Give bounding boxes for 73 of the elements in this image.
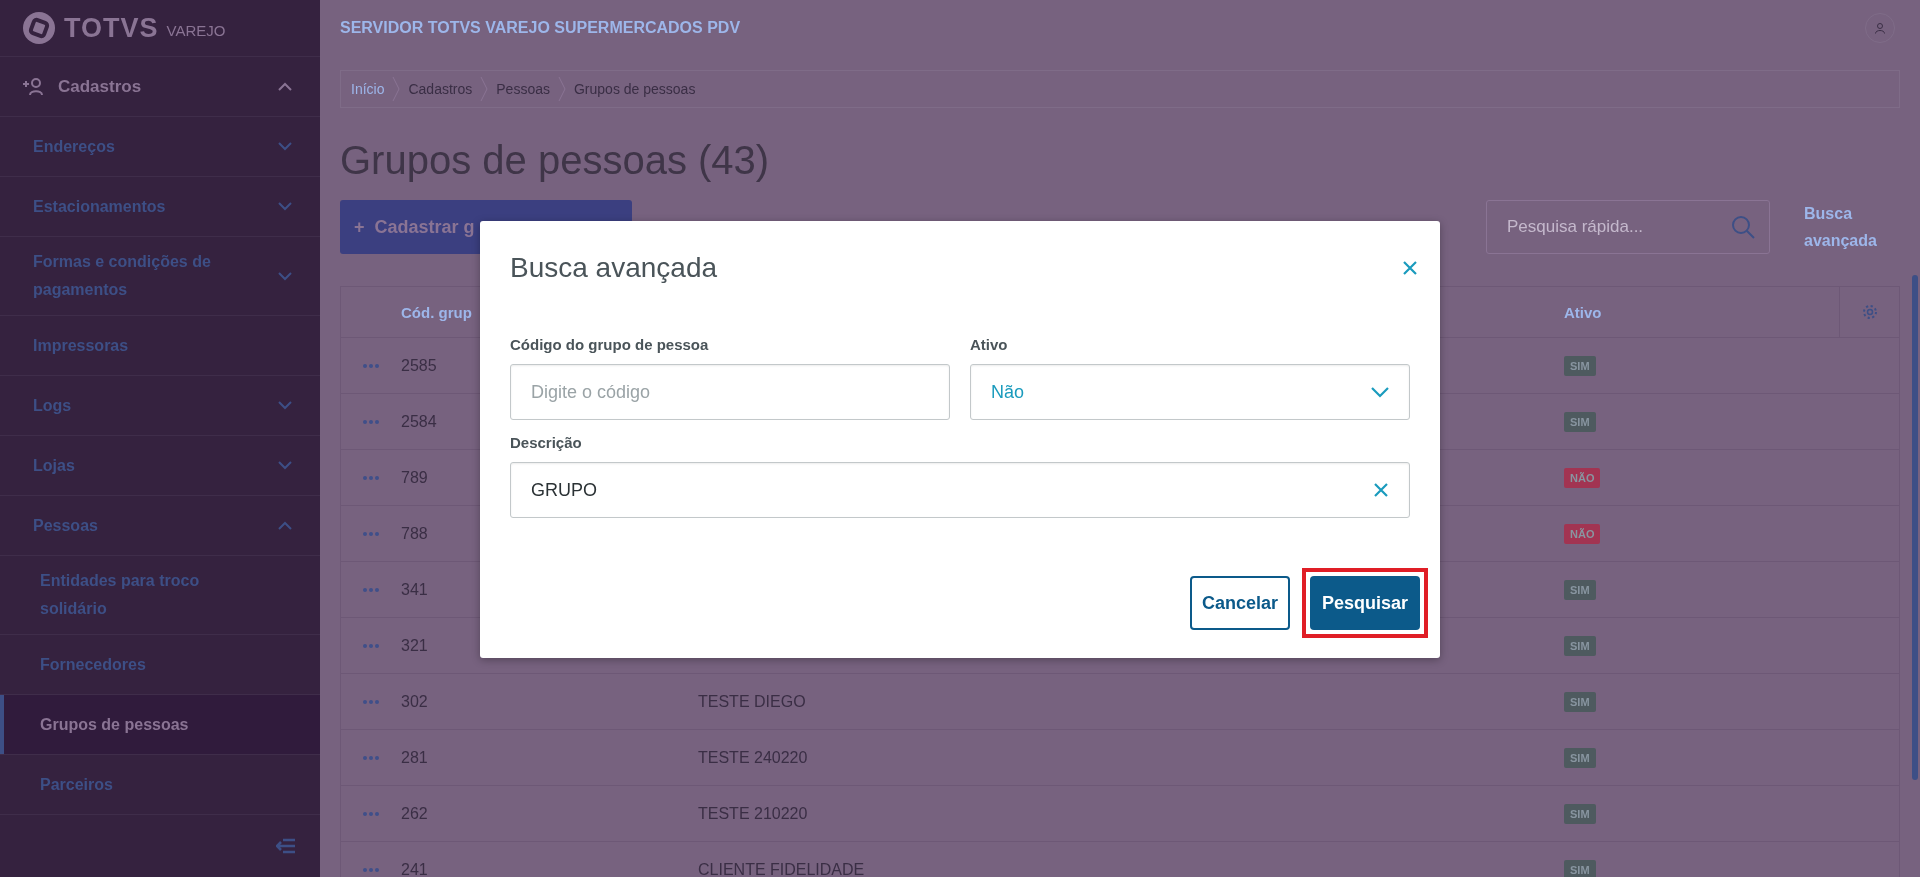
more-actions-icon[interactable] — [362, 698, 380, 705]
column-header[interactable]: Ativo — [1564, 303, 1602, 321]
more-actions-icon[interactable] — [362, 530, 380, 537]
user-icon — [1874, 22, 1886, 34]
more-actions-icon[interactable] — [362, 474, 380, 481]
field-label: Descrição — [510, 433, 583, 453]
breadcrumb-link[interactable]: Início — [351, 81, 385, 97]
search-field[interactable]: Pesquisa rápida... — [1486, 200, 1770, 254]
field-label: Ativo — [970, 335, 1009, 355]
table-cell: TESTE 240220 — [698, 748, 808, 767]
status-badge: SIM — [1564, 411, 1596, 432]
more-actions-icon[interactable] — [362, 810, 380, 817]
more-actions-icon[interactable] — [362, 642, 380, 649]
select-field[interactable]: Não — [970, 364, 1410, 420]
status-badge: SIM — [1564, 803, 1596, 824]
table-cell: 302 — [401, 692, 428, 711]
table-cell: 321 — [401, 636, 428, 655]
logo-icon — [22, 11, 56, 45]
clear-icon[interactable] — [1373, 482, 1389, 498]
search-icon — [1731, 215, 1755, 239]
status-badge: NÃO — [1564, 467, 1601, 488]
status-badge: SIM — [1564, 691, 1596, 712]
breadcrumb-item: Grupos de pessoas — [574, 81, 696, 97]
table-cell: 789 — [401, 468, 428, 487]
sidebar-item[interactable]: Grupos de pessoas — [0, 695, 320, 755]
chevron-down-icon — [278, 142, 292, 151]
settings-icon[interactable] — [1862, 304, 1878, 320]
table-cell: 241 — [401, 860, 428, 877]
more-actions-icon[interactable] — [362, 586, 380, 593]
table-cell: 2585 — [401, 356, 437, 375]
search-button[interactable]: Pesquisar — [1310, 576, 1420, 630]
input-field[interactable]: Digite o código — [510, 364, 950, 420]
table-cell: 788 — [401, 524, 428, 543]
more-actions-icon[interactable] — [362, 866, 380, 873]
table-cell: TESTE DIEGO — [698, 692, 806, 711]
logo-brand: TOTVS — [64, 12, 159, 44]
table-cell: 281 — [401, 748, 428, 767]
breadcrumb-item: Pessoas — [496, 81, 550, 97]
scrollbar[interactable] — [1912, 275, 1918, 780]
status-badge: SIM — [1564, 579, 1596, 600]
chevron-down-icon — [278, 271, 292, 281]
close-icon[interactable] — [1402, 260, 1418, 276]
more-actions-icon[interactable] — [362, 362, 380, 369]
chevron-up-icon — [278, 82, 292, 91]
chevron-down-icon — [278, 202, 292, 211]
table-cell: TESTE 210220 — [698, 804, 808, 823]
add-user-icon — [22, 77, 44, 96]
status-badge: SIM — [1564, 635, 1596, 656]
table-cell: CLIENTE FIDELIDADE — [698, 860, 865, 877]
table-cell: 262 — [401, 804, 428, 823]
more-actions-icon[interactable] — [362, 754, 380, 761]
dialog-title: Busca avançada — [510, 252, 718, 284]
app-title: SERVIDOR TOTVS VAREJO SUPERMERCADOS PDV — [340, 19, 741, 37]
page-title: Grupos de pessoas (43) — [340, 138, 771, 182]
more-actions-icon[interactable] — [362, 418, 380, 425]
status-badge: SIM — [1564, 355, 1596, 376]
chevron-down-icon — [278, 461, 292, 470]
logo-product: VAREJO — [166, 21, 226, 39]
cancel-button[interactable]: Cancelar — [1189, 576, 1290, 630]
breadcrumb-item: Cadastros — [408, 81, 473, 97]
chevron-up-icon — [278, 521, 292, 530]
status-badge: NÃO — [1564, 523, 1601, 544]
chevron-down-icon — [1371, 386, 1389, 398]
table-cell: 341 — [401, 580, 428, 599]
column-header[interactable]: Cód. grup — [401, 303, 472, 321]
advanced-search-link[interactable]: Busca avançada — [1804, 200, 1900, 254]
table-cell: 2584 — [401, 412, 437, 431]
status-badge: SIM — [1564, 859, 1596, 877]
status-badge: SIM — [1564, 747, 1596, 768]
chevron-down-icon — [278, 401, 292, 410]
input-field[interactable]: GRUPO — [510, 462, 1410, 518]
field-label: Código do grupo de pessoa — [510, 335, 710, 355]
collapse-menu-icon[interactable] — [276, 838, 296, 854]
